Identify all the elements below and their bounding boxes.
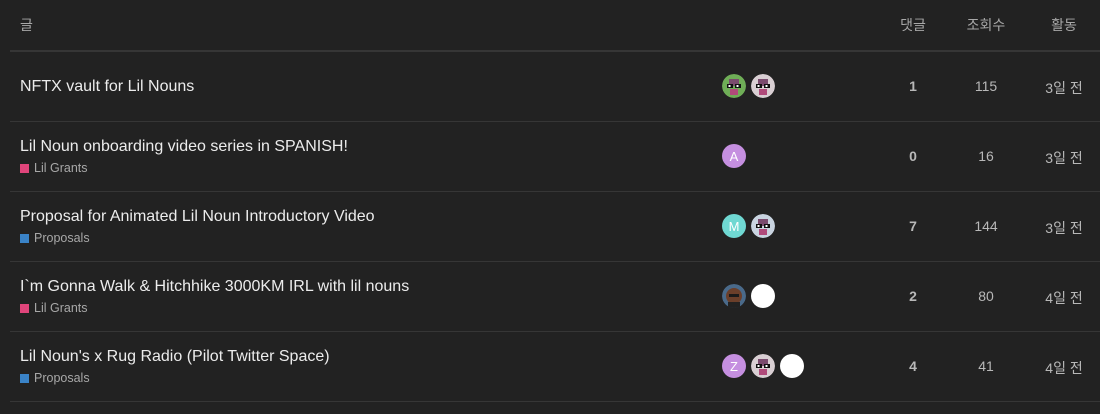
header-views[interactable]: 조회수 xyxy=(965,15,1007,35)
category-label: Lil Grants xyxy=(34,301,88,315)
views-count: 41 xyxy=(978,358,994,374)
views-count: 144 xyxy=(974,218,998,234)
avatar[interactable] xyxy=(722,74,746,98)
activity-time[interactable]: 3일 전 xyxy=(1034,78,1094,98)
category-label: Proposals xyxy=(34,231,90,245)
topic-title-link[interactable]: Proposal for Animated Lil Noun Introduct… xyxy=(20,208,375,226)
topic-title-link[interactable]: NFTX vault for Lil Nouns xyxy=(20,78,194,96)
replies-count: 4 xyxy=(909,358,917,374)
topic-row[interactable]: Lil Noun onboarding video series in SPAN… xyxy=(10,122,1100,192)
category-color-square xyxy=(20,233,29,243)
poster-avatars xyxy=(722,74,780,98)
category-badge[interactable]: Proposals xyxy=(20,231,90,245)
topic-row[interactable]: Lil Noun's x Rug Radio (Pilot Twitter Sp… xyxy=(10,332,1100,402)
activity-time[interactable]: 4일 전 xyxy=(1034,358,1094,378)
avatar[interactable]: A xyxy=(722,144,746,168)
poster-avatars xyxy=(722,284,780,308)
category-badge[interactable]: Lil Grants xyxy=(20,161,88,175)
replies-count: 1 xyxy=(909,78,917,94)
avatar[interactable] xyxy=(780,354,804,378)
avatar[interactable] xyxy=(722,284,746,308)
header-replies[interactable]: 댓글 xyxy=(898,15,928,35)
topic-list: 글 댓글 조회수 활동 NFTX vault for Lil Nouns 1 115… xyxy=(0,0,1100,402)
category-color-square xyxy=(20,163,29,173)
activity-time[interactable]: 4일 전 xyxy=(1034,288,1094,308)
header-activity[interactable]: 활동 xyxy=(1044,15,1084,35)
topic-rows: NFTX vault for Lil Nouns 1 115 3일 전 Lil Noun… xyxy=(0,52,1100,402)
topic-title-link[interactable]: Lil Noun's x Rug Radio (Pilot Twitter Sp… xyxy=(20,348,330,366)
poster-avatars: Z xyxy=(722,354,809,378)
avatar[interactable] xyxy=(751,284,775,308)
avatar[interactable] xyxy=(751,74,775,98)
topic-row[interactable]: Proposal for Animated Lil Noun Introduct… xyxy=(10,192,1100,262)
views-count: 80 xyxy=(978,288,994,304)
replies-count: 7 xyxy=(909,218,917,234)
category-badge[interactable]: Lil Grants xyxy=(20,301,88,315)
poster-avatars: A xyxy=(722,144,751,168)
activity-time[interactable]: 3일 전 xyxy=(1034,218,1094,238)
poster-avatars: M xyxy=(722,214,780,238)
topic-title-link[interactable]: Lil Noun onboarding video series in SPAN… xyxy=(20,138,348,156)
replies-count: 2 xyxy=(909,288,917,304)
views-count: 115 xyxy=(974,78,998,94)
topic-row[interactable]: NFTX vault for Lil Nouns 1 115 3일 전 xyxy=(10,52,1100,122)
topic-list-header: 글 댓글 조회수 활동 xyxy=(10,0,1100,52)
category-color-square xyxy=(20,303,29,313)
replies-count: 0 xyxy=(909,148,917,164)
topic-row[interactable]: I`m Gonna Walk & Hitchhike 3000KM IRL wi… xyxy=(10,262,1100,332)
avatar[interactable] xyxy=(751,354,775,378)
avatar[interactable]: M xyxy=(722,214,746,238)
header-topic[interactable]: 글 xyxy=(20,15,33,35)
category-badge[interactable]: Proposals xyxy=(20,371,90,385)
avatar[interactable] xyxy=(751,214,775,238)
category-label: Proposals xyxy=(34,371,90,385)
avatar[interactable]: Z xyxy=(722,354,746,378)
views-count: 16 xyxy=(978,148,994,164)
activity-time[interactable]: 3일 전 xyxy=(1034,148,1094,168)
category-color-square xyxy=(20,373,29,383)
category-label: Lil Grants xyxy=(34,161,88,175)
topic-title-link[interactable]: I`m Gonna Walk & Hitchhike 3000KM IRL wi… xyxy=(20,278,409,296)
